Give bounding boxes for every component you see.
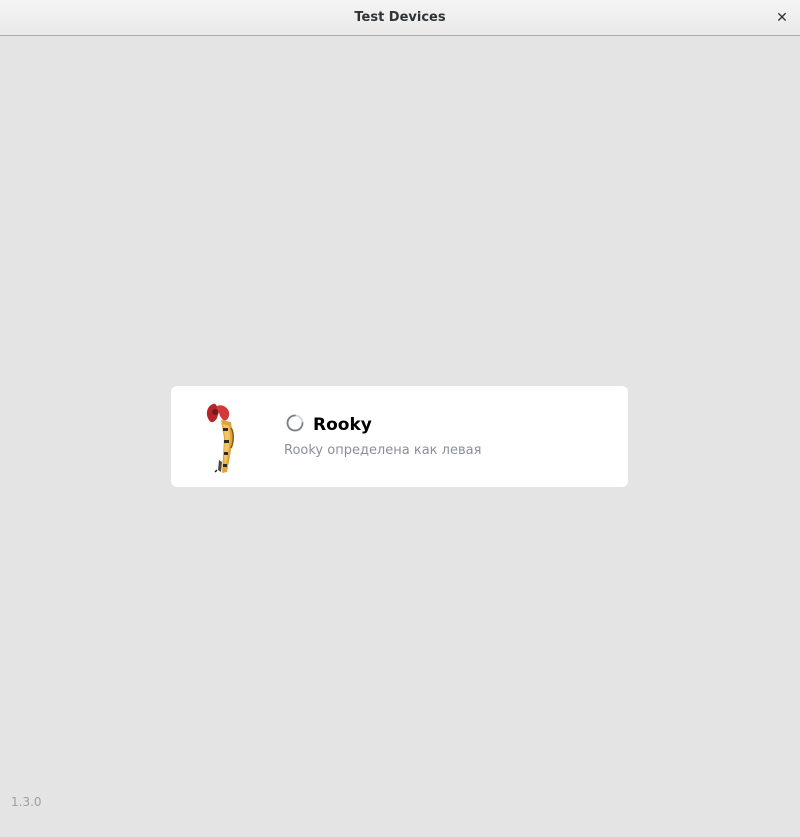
version-label: 1.3.0 bbox=[11, 795, 42, 809]
window-title: Test Devices bbox=[354, 10, 446, 25]
device-name: Rooky bbox=[313, 415, 372, 435]
device-card[interactable]: Rooky Rooky определена как левая bbox=[171, 386, 628, 487]
title-bar: Test Devices ✕ bbox=[0, 0, 800, 36]
close-button[interactable]: ✕ bbox=[772, 8, 792, 28]
device-status: Rooky определена как левая bbox=[284, 443, 482, 458]
spinner-icon bbox=[286, 414, 304, 432]
app-window: Test Devices ✕ Rooky Rooky определена ка… bbox=[0, 0, 800, 837]
robot-hand-icon bbox=[206, 403, 234, 473]
close-icon: ✕ bbox=[776, 10, 788, 26]
